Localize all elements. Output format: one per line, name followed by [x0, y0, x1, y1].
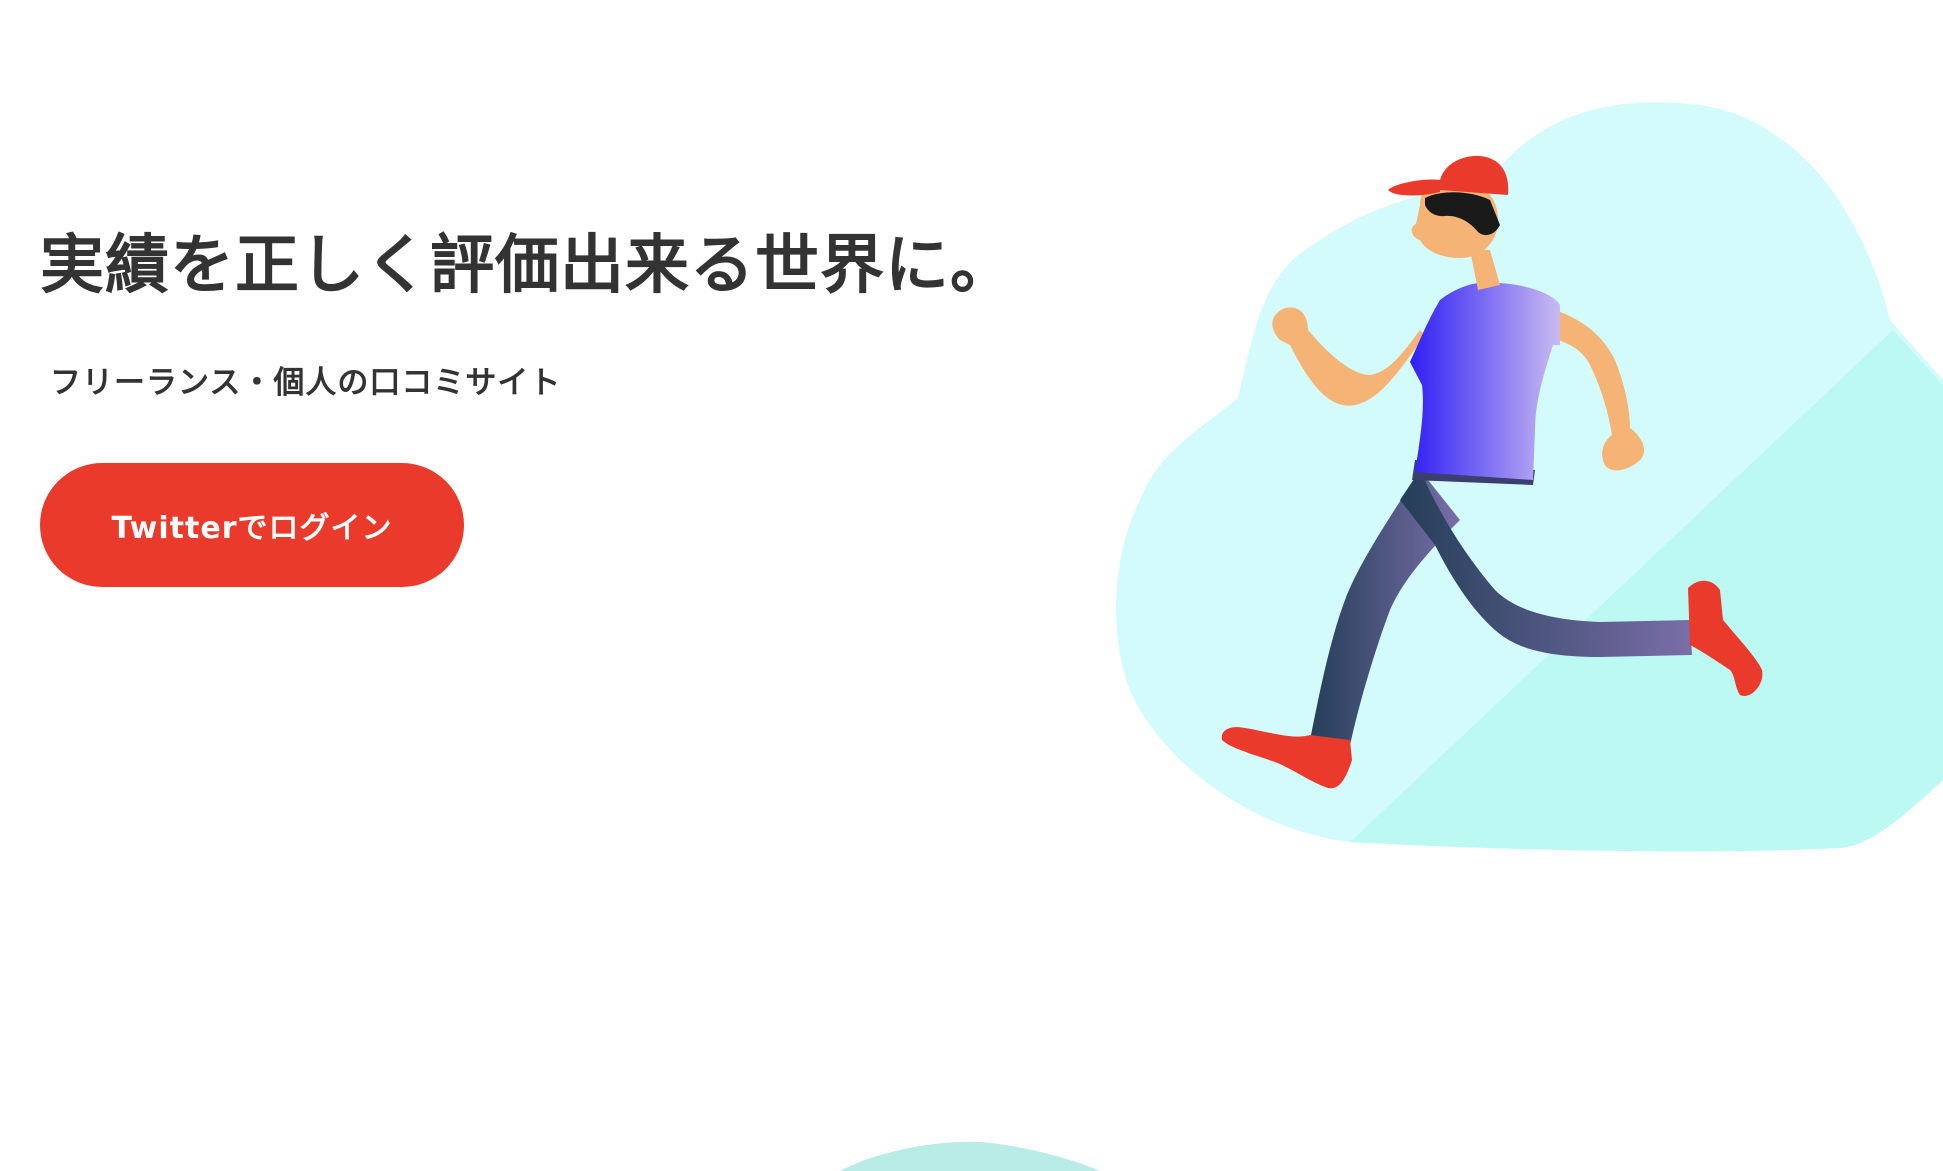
- hero-text-block: 実績を正しく評価出来る世界に。 フリーランス・個人の口コミサイト: [40, 225, 1015, 401]
- hero-subline: フリーランス・個人の口コミサイト: [50, 365, 562, 401]
- hero-headline: 実績を正しく評価出来る世界に。: [40, 229, 1015, 303]
- running-person-illustration: [1116, 102, 1943, 852]
- bottom-decoration-blob: [840, 1141, 1100, 1171]
- twitter-login-button[interactable]: Twitterでログイン: [40, 463, 464, 587]
